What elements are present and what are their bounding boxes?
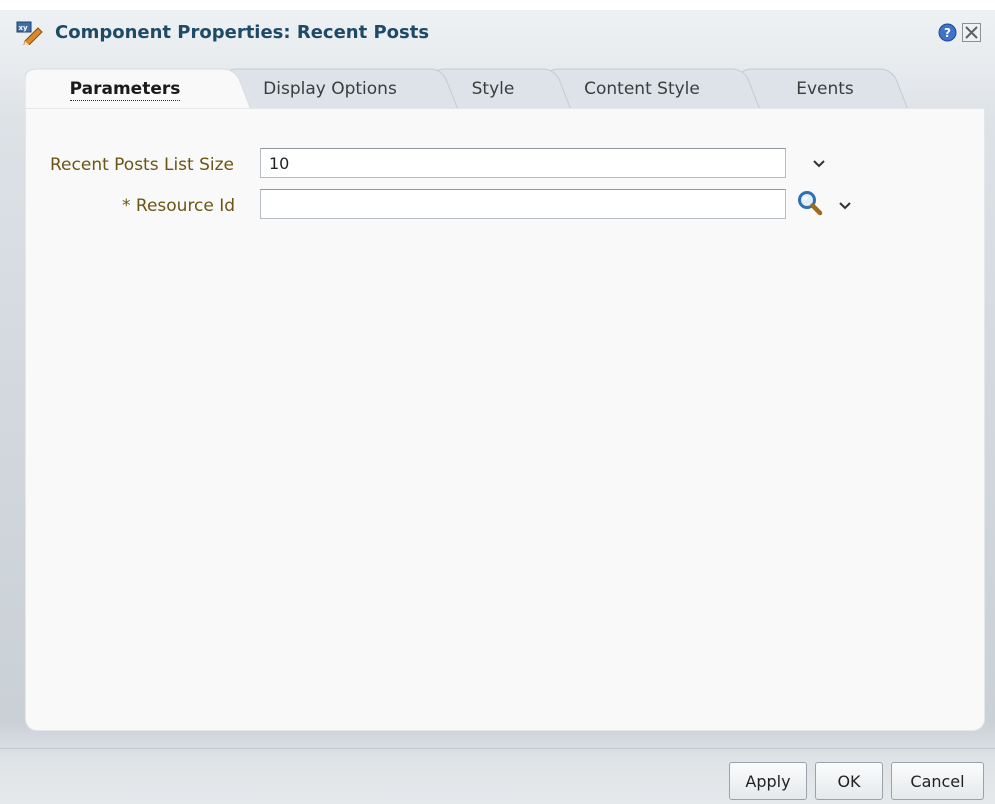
tab-content-style-label: Content Style bbox=[584, 79, 700, 99]
svg-text:xy: xy bbox=[19, 24, 29, 32]
footer-divider bbox=[0, 748, 995, 749]
chevron-down-icon[interactable] bbox=[812, 159, 826, 169]
dialog-title: Component Properties: Recent Posts bbox=[55, 22, 430, 43]
help-icon[interactable]: ? bbox=[938, 23, 957, 42]
list-size-input[interactable] bbox=[260, 148, 786, 178]
dialog-titlebar: xy Component Properties: Recent Posts ? bbox=[0, 10, 995, 55]
edit-properties-icon: xy bbox=[16, 21, 43, 45]
parameters-panel: Recent Posts List Size * Resource Id bbox=[25, 108, 985, 731]
resource-id-label: * Resource Id bbox=[122, 196, 236, 216]
tab-display-options-label: Display Options bbox=[263, 79, 397, 99]
tab-parameters-label: Parameters bbox=[69, 79, 181, 101]
ok-button[interactable]: OK bbox=[815, 762, 883, 800]
cancel-button[interactable]: Cancel bbox=[891, 762, 984, 800]
resource-id-input[interactable] bbox=[260, 189, 786, 219]
apply-button[interactable]: Apply bbox=[729, 762, 807, 800]
search-icon[interactable] bbox=[796, 189, 824, 217]
tab-events-label: Events bbox=[796, 79, 854, 99]
svg-text:?: ? bbox=[944, 26, 951, 40]
chevron-down-icon[interactable] bbox=[838, 201, 852, 211]
close-icon[interactable] bbox=[962, 23, 981, 42]
list-size-label: Recent Posts List Size bbox=[50, 155, 235, 175]
